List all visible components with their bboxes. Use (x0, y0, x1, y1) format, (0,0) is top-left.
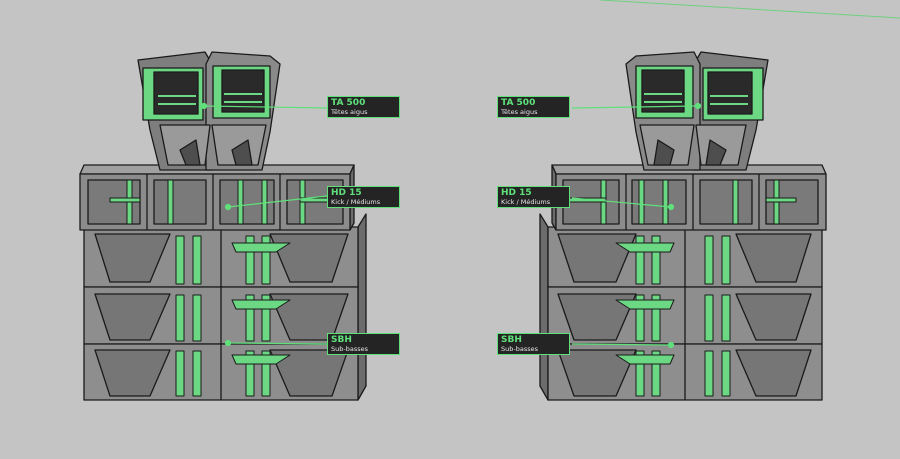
label-right-hd15: HD 15 Kick / Médiums (497, 186, 570, 208)
label-subtitle: Têtes aigus (501, 108, 538, 116)
label-title: SBH (331, 335, 352, 345)
label-right-sbh: SBH Sub-basses (497, 333, 570, 355)
speaker-stack-diagram (79, 0, 900, 401)
label-title: SBH (501, 335, 522, 345)
label-subtitle: Sub-basses (501, 345, 538, 353)
label-subtitle: Kick / Médiums (331, 198, 381, 206)
label-subtitle: Sub-basses (331, 345, 368, 353)
label-title: TA 500 (501, 98, 536, 108)
label-title: HD 15 (501, 188, 532, 198)
label-subtitle: Têtes aigus (331, 108, 368, 116)
left-sbh-subs (83, 226, 359, 401)
label-title: HD 15 (331, 188, 362, 198)
label-left-hd15: HD 15 Kick / Médiums (327, 186, 400, 208)
left-speaker-stack (79, 51, 367, 401)
label-subtitle: Kick / Médiums (501, 198, 551, 206)
label-title: TA 500 (331, 98, 366, 108)
label-left-ta500: TA 500 Têtes aigus (327, 96, 400, 118)
left-ta500-heads (137, 51, 281, 171)
label-left-sbh: SBH Sub-basses (327, 333, 400, 355)
label-right-ta500: TA 500 Têtes aigus (497, 96, 570, 118)
right-speaker-stack (539, 51, 827, 401)
axis-line (599, 0, 900, 19)
